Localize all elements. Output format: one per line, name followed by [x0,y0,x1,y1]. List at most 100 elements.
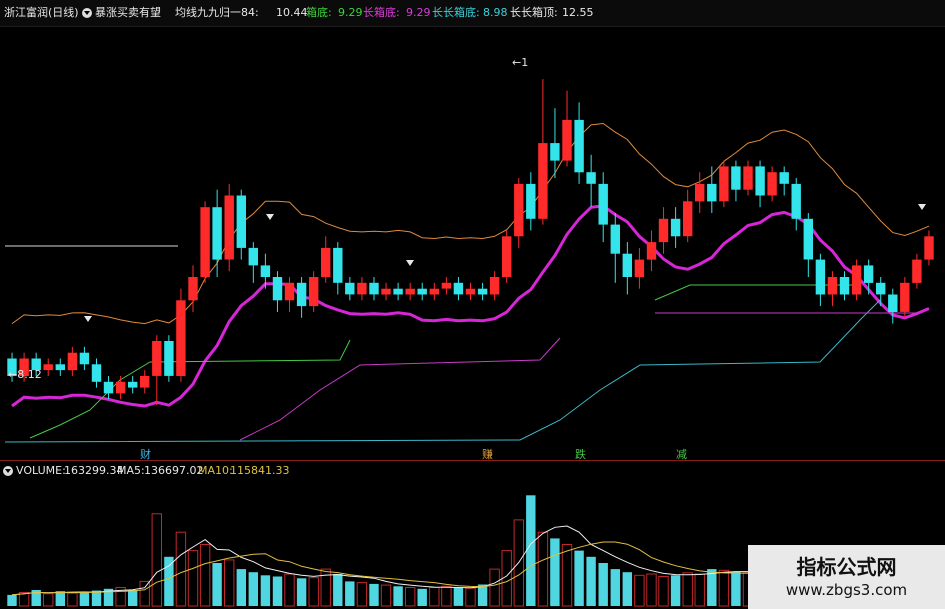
sell-arrow-icon [84,316,92,322]
volume-bar [429,587,440,607]
sell-arrow-icon [918,204,926,210]
candle-body [477,288,488,295]
candle-body [369,282,379,295]
volume-bar [393,586,403,606]
candle-body [489,277,500,295]
candle-body [140,376,150,388]
signal-label: 财 [140,447,151,461]
candle-body [296,282,307,307]
candle-body [103,381,114,394]
volume-bar [67,592,78,607]
candle-body [719,166,729,202]
watermark-badge: 指标公式网 www.zbgs3.com [748,545,945,609]
volume-bar [646,573,657,607]
volume-bar [199,544,211,607]
volume-bar [91,590,102,606]
candle-body [453,282,464,295]
candle-body [562,119,572,161]
panel-divider [0,460,945,461]
candle-body [236,195,246,248]
signal-label: 赚 [482,447,493,461]
candle-body [441,282,452,289]
candle-body [851,265,862,295]
candle-body [212,207,222,260]
volume-bar [356,582,368,607]
candle-body [538,143,548,219]
volume-bar [526,495,536,606]
volume-header: VOLUME: 163299.34 MA5: 136697.02 MA10: 1… [0,463,945,479]
volume-menu-icon[interactable] [3,466,13,476]
candle-body [248,247,258,266]
candle-body [333,247,343,283]
candle-body [646,242,657,260]
candle-body [164,341,174,376]
candle-body [393,288,403,295]
candle-body [502,236,512,277]
candle-body [417,288,427,295]
volume-bar [489,568,500,607]
price-chart[interactable]: ←1←8.12财赚跌减 [0,0,945,609]
candle-body [743,166,753,190]
volume-bar [248,572,258,606]
sell-arrow-icon [266,214,274,220]
candle-body [272,277,283,301]
candle-body [586,172,596,184]
candle-body [598,183,608,225]
volume-label: VOLUME: [16,464,66,477]
candle-body [912,259,922,283]
volume-bar [417,588,427,606]
watermark-url: www.zbgs3.com [785,581,908,599]
candle-body [839,277,850,295]
volume-value: 163299.34 [64,464,124,477]
candle-body [381,288,391,295]
candle-body [260,265,271,277]
volume-bar [670,575,681,607]
candle-body [900,282,910,312]
candle-body [767,172,777,196]
volume-bar [151,513,163,607]
ma5-label: MA5: [117,464,145,477]
candle-body [152,341,162,376]
candle-body [429,288,439,295]
stock-chart-app: 浙江富润(日线) 暴涨买卖有望 均线九九归一84: 10.44 箱底: 9.29… [0,0,945,609]
volume-bar [236,569,246,606]
candle-body [791,183,801,219]
volume-bar [128,590,138,606]
candle-body [888,294,898,312]
candle-body [321,247,331,277]
ma10-label: MA10: [198,464,233,477]
candle-body [514,183,524,237]
candle-body [731,166,741,190]
volume-bar [224,559,235,607]
candle-body [67,352,78,371]
candle-body [115,381,126,394]
candle-body [827,277,838,295]
candle-body [79,352,90,365]
volume-bar [79,591,90,606]
volume-bar [731,571,741,606]
volume-bar [187,550,199,607]
signal-label: 跌 [575,447,586,461]
volume-bar [610,569,620,606]
ma84-line [11,204,930,408]
candle-body [876,282,886,295]
volume-bar [634,574,645,607]
volume-bar [212,563,222,606]
volume-bar [707,569,717,606]
candle-body [200,207,210,278]
candle-body [405,288,415,295]
volume-bar [345,581,355,606]
volume-bar [682,572,693,607]
volume-bar [405,587,416,607]
low-price-marker: ←8.12 [8,368,42,381]
candle-body [224,195,234,260]
volume-bar [7,594,17,606]
watermark-title: 指标公式网 [796,555,897,579]
volume-bar [537,531,549,607]
candle-body [465,288,476,295]
candle-body [658,218,669,243]
volume-bar [658,576,669,607]
candle-body [779,172,789,184]
volume-bar [598,563,608,606]
volume-bar [561,544,573,607]
